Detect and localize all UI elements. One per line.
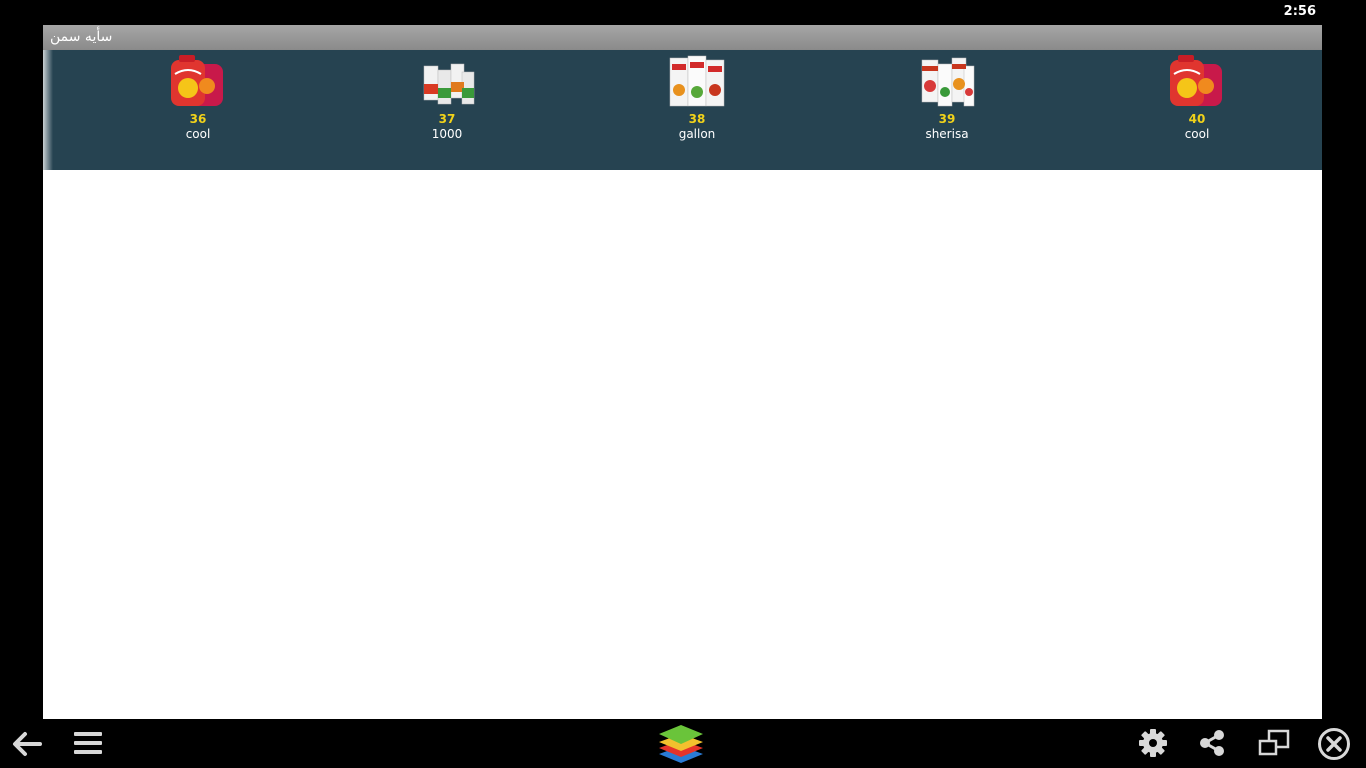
product-name: sherisa bbox=[925, 127, 969, 141]
app-window: سأيه سمن 36 cool 37 1000 38 gallon 39 sh… bbox=[43, 25, 1322, 719]
product-item[interactable]: 39 sherisa bbox=[887, 54, 1007, 154]
bluestacks-logo-icon[interactable] bbox=[656, 722, 706, 766]
product-name: gallon bbox=[678, 127, 716, 141]
menu-icon[interactable] bbox=[73, 730, 103, 756]
product-number: 39 bbox=[938, 112, 956, 126]
product-number: 36 bbox=[189, 112, 207, 126]
product-name: cool bbox=[185, 127, 211, 141]
close-icon[interactable] bbox=[1317, 727, 1351, 761]
product-item[interactable]: 40 cool bbox=[1137, 54, 1257, 154]
status-bar: 2:56 bbox=[0, 0, 1366, 25]
app-title: سأيه سمن bbox=[50, 29, 113, 45]
product-item[interactable]: 38 gallon bbox=[637, 54, 757, 154]
product-number: 38 bbox=[688, 112, 706, 126]
share-icon[interactable] bbox=[1198, 729, 1226, 757]
product-strip: 36 cool 37 1000 38 gallon 39 sherisa 40 … bbox=[43, 50, 1322, 170]
juice-carton-pack-icon bbox=[423, 63, 475, 105]
gear-icon[interactable] bbox=[1139, 729, 1167, 757]
juice-carton-pack-icon bbox=[921, 57, 975, 107]
juice-jug-icon bbox=[1170, 55, 1222, 106]
status-clock: 2:56 bbox=[1283, 4, 1316, 19]
juice-carton-pack-icon bbox=[669, 55, 725, 107]
product-name: 1000 bbox=[431, 127, 463, 141]
emulator-nav-bar bbox=[0, 719, 1366, 768]
app-title-bar: سأيه سمن bbox=[43, 25, 1322, 50]
strip-edge bbox=[43, 50, 53, 170]
back-arrow-icon[interactable] bbox=[10, 729, 44, 759]
screen-rotate-icon[interactable] bbox=[1258, 729, 1290, 757]
product-number: 37 bbox=[438, 112, 456, 126]
product-item[interactable]: 37 1000 bbox=[387, 54, 507, 154]
product-item[interactable]: 36 cool bbox=[138, 54, 258, 154]
product-name: cool bbox=[1184, 127, 1210, 141]
product-number: 40 bbox=[1188, 112, 1206, 126]
juice-jug-icon bbox=[171, 55, 223, 106]
